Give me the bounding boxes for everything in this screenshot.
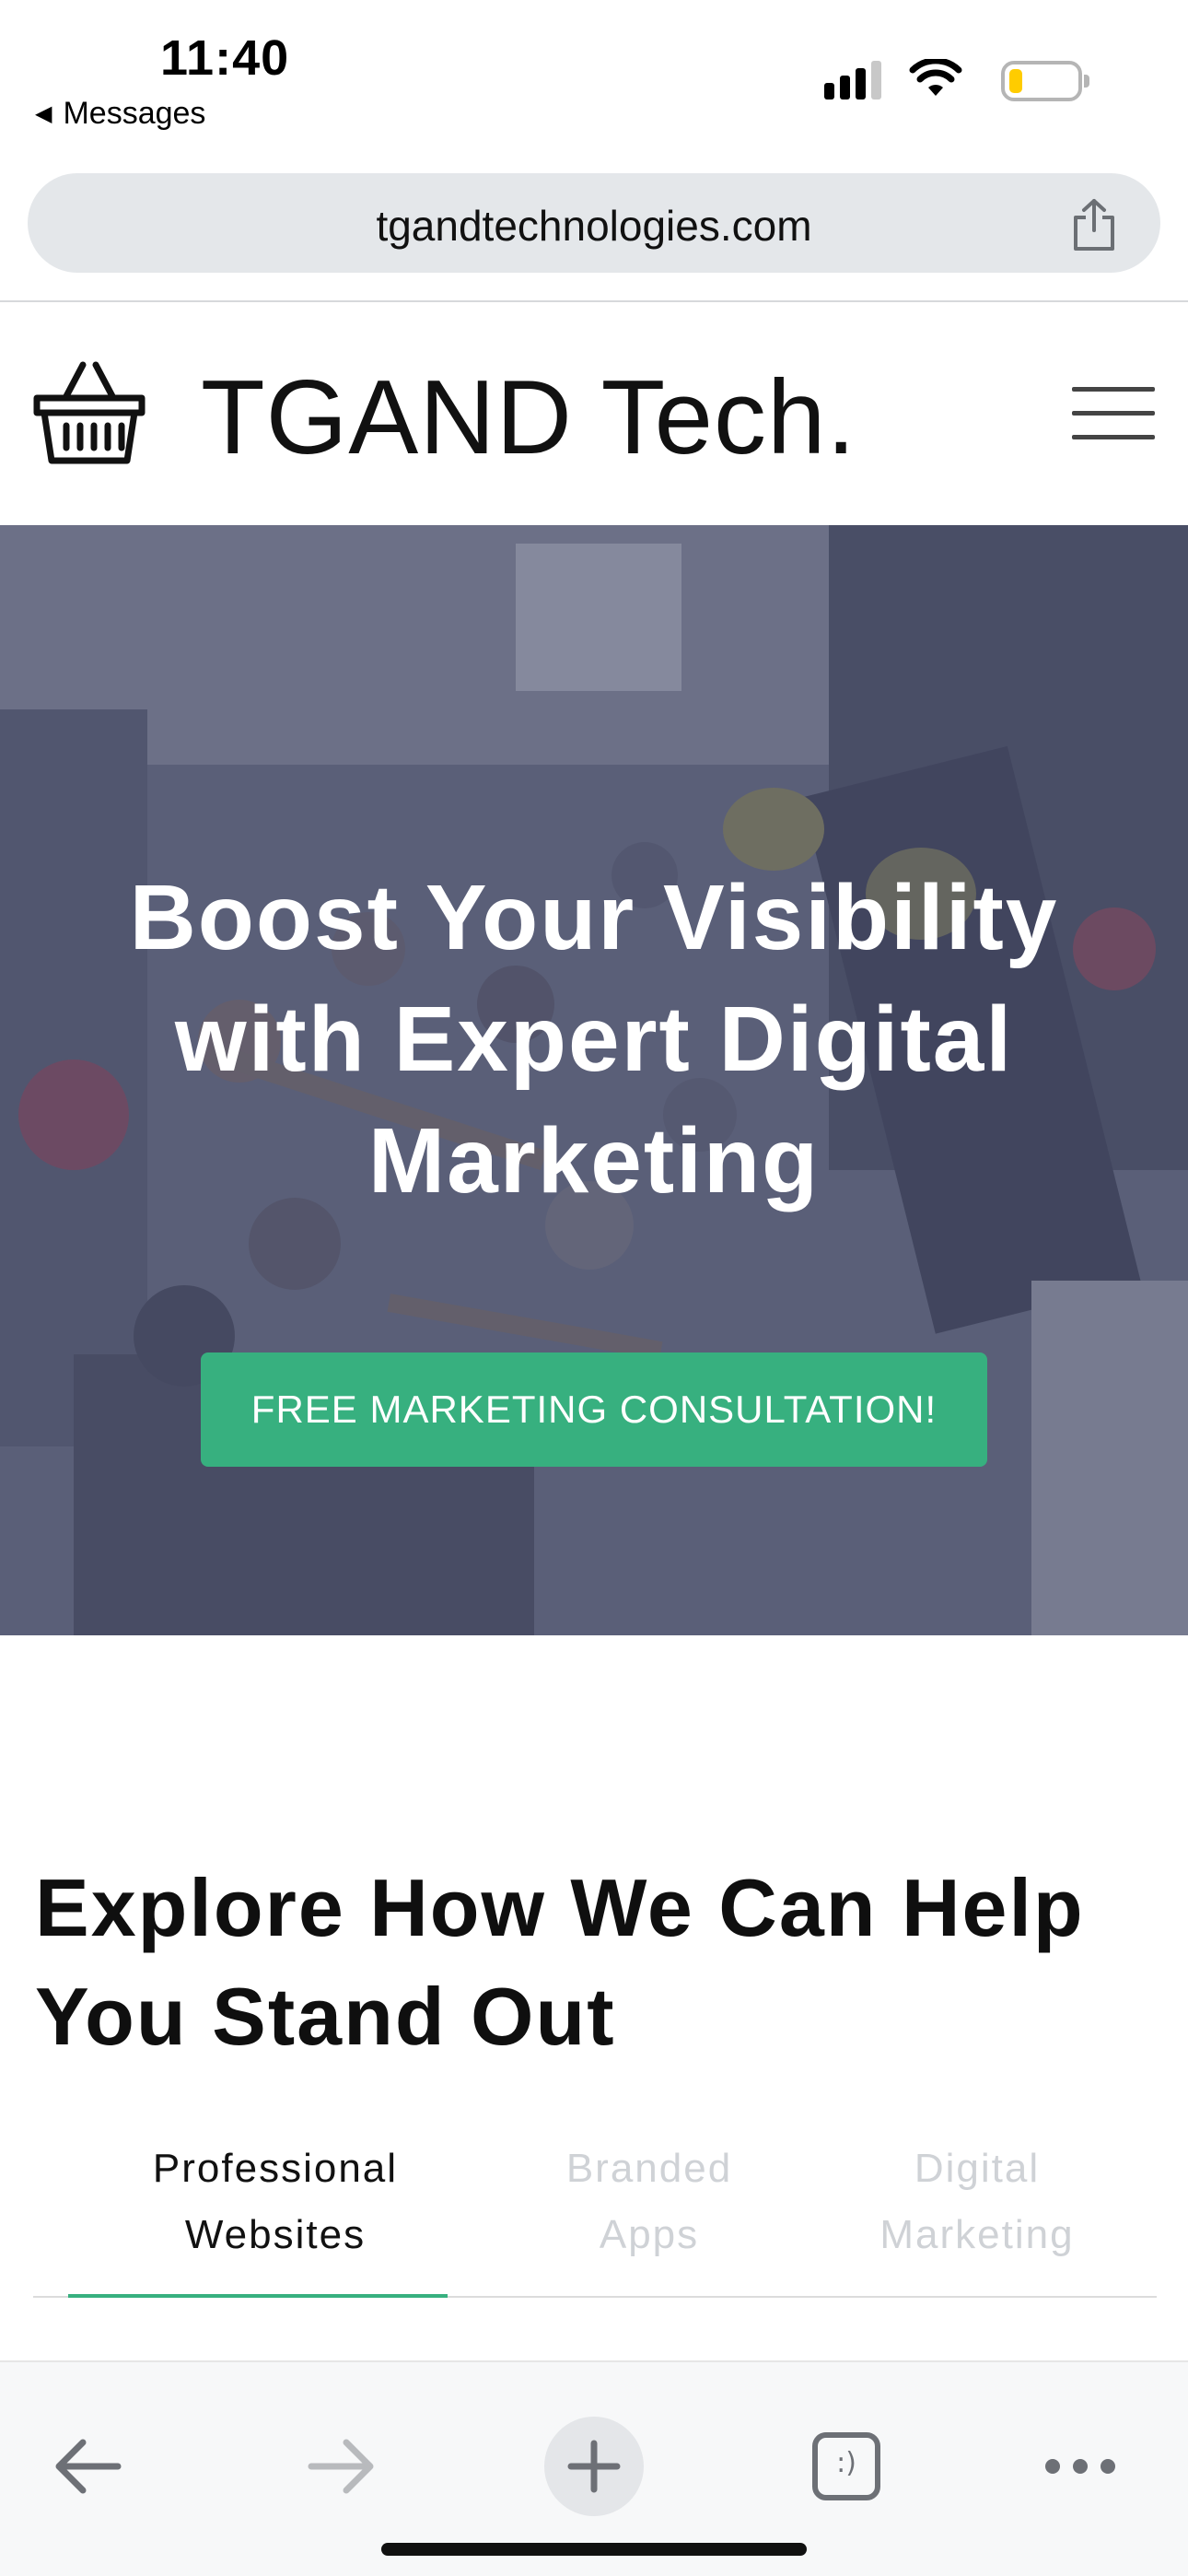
back-arrow-icon[interactable] [37,2416,138,2517]
back-app-label: Messages [63,96,206,131]
tabs-switcher-glyph: :) [836,2447,856,2479]
hamburger-menu-icon[interactable] [1072,387,1155,442]
cellular-signal-icon [824,59,881,100]
battery-icon [1001,61,1089,101]
home-indicator[interactable] [381,2543,807,2556]
tabs-switcher-icon[interactable]: :) [796,2416,897,2517]
battery-level [1009,69,1022,93]
hero-heading: Boost Your Visibility with Expert Digita… [129,866,1059,1212]
brand-name[interactable]: TGAND Tech. [201,357,856,478]
shopping-basket-icon[interactable] [31,356,147,472]
tab-digital-marketing[interactable]: Digital Marketing [844,2136,1111,2268]
back-to-app-link[interactable]: ◀ Messages [35,96,205,132]
explore-heading: Explore How We Can Help You Stand Out [35,1862,1085,2062]
active-tab-indicator [68,2294,448,2298]
more-options-icon[interactable] [1030,2416,1131,2517]
services-tabs: Professional Websites Branded Apps Digit… [33,2136,1157,2298]
share-icon[interactable] [1068,197,1120,252]
hero-section: Boost Your Visibility with Expert Digita… [0,525,1188,1635]
new-tab-plus-icon[interactable] [543,2416,645,2517]
back-triangle-icon: ◀ [35,101,52,126]
status-icons [824,59,962,100]
tab-branded-apps[interactable]: Branded Apps [516,2136,783,2268]
site-header: TGAND Tech. [0,302,1188,525]
address-bar[interactable]: tgandtechnologies.com [28,173,1160,273]
tab-professional-websites[interactable]: Professional Websites [87,2136,464,2268]
status-time: 11:40 [160,30,290,86]
wifi-icon [909,59,962,96]
url-text[interactable]: tgandtechnologies.com [28,201,1160,251]
status-bar: 11:40 ◀ Messages [0,0,1188,147]
free-consultation-button[interactable]: FREE MARKETING CONSULTATION! [201,1352,987,1467]
forward-arrow-icon[interactable] [291,2416,392,2517]
